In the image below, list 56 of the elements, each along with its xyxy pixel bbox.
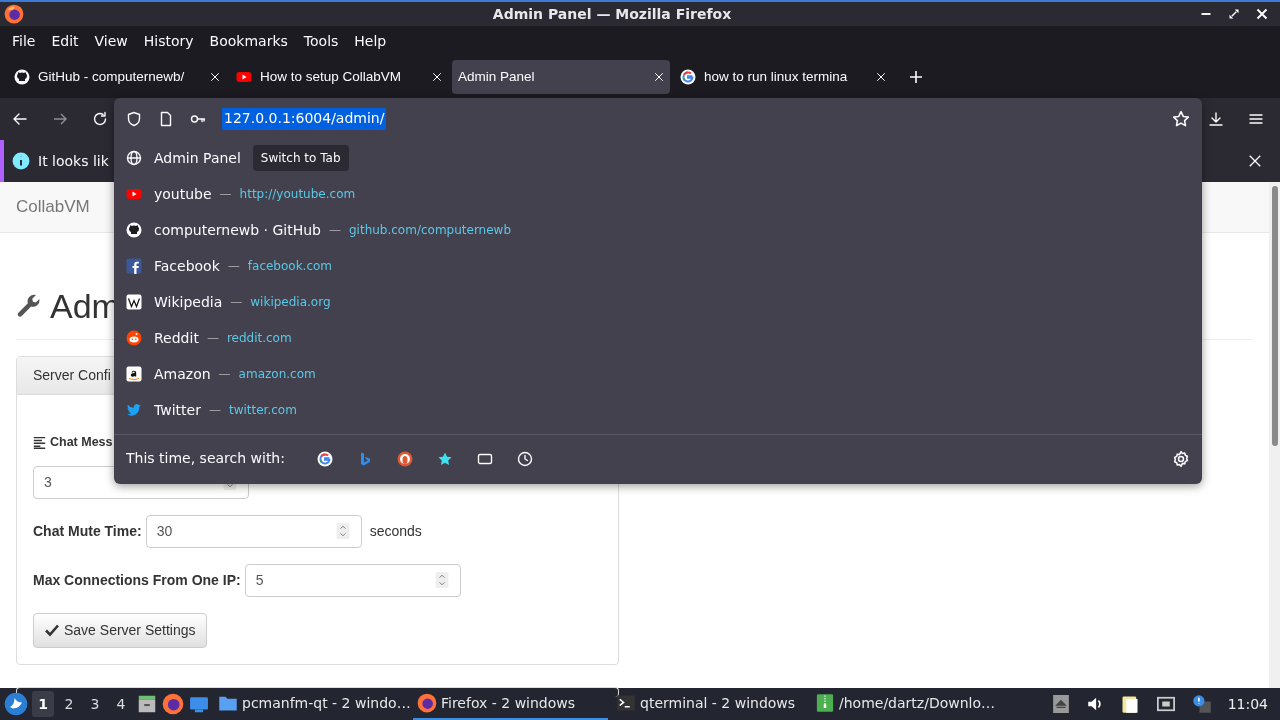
browser-tab[interactable]: Admin Panel: [452, 60, 670, 94]
number-field[interactable]: 5: [244, 563, 461, 597]
search-with-label: This time, search with:: [126, 449, 285, 468]
workspace-button[interactable]: 4: [110, 691, 132, 717]
suggestion-url: facebook.com: [247, 258, 333, 275]
card-title: Server Confi: [33, 366, 111, 385]
separator: —: [208, 402, 221, 419]
menu-item[interactable]: Edit: [43, 30, 87, 52]
suggestion-row[interactable]: Twitter — twitter.com: [114, 392, 1202, 428]
suggestion-row[interactable]: youtube — http://youtube.com: [114, 176, 1202, 212]
number-field[interactable]: 30: [145, 514, 362, 548]
clock: 11:04: [1227, 694, 1268, 714]
unit-label: seconds: [369, 521, 422, 541]
workspace-button[interactable]: 3: [84, 691, 106, 717]
suggestion-row[interactable]: Admin Panel Switch to Tab: [114, 140, 1202, 176]
suggestion-row[interactable]: Facebook — facebook.com: [114, 248, 1202, 284]
suggestion-row[interactable]: computernewb · GitHub — github.com/computernewb: [114, 212, 1202, 248]
address-field[interactable]: 127.0.0.1:6004/admin/: [222, 108, 387, 130]
suggestion-url: reddit.com: [226, 330, 292, 347]
window-title: Admin Panel — Mozilla Firefox: [492, 5, 732, 22]
browser-tab[interactable]: how to run linux termina: [674, 60, 892, 94]
suggestion-row[interactable]: Wikipedia — wikipedia.org: [114, 284, 1202, 320]
menu-item[interactable]: View: [86, 30, 136, 52]
suggestion-row[interactable]: Amazon — amazon.com: [114, 356, 1202, 392]
taskbar-button[interactable]: /home/dartz/Downlo…: [811, 688, 1006, 720]
save-button[interactable]: Save Server Settings: [33, 612, 207, 648]
field-label: Chat Mute Time:: [33, 521, 142, 541]
separator: —: [218, 366, 231, 383]
menu-item[interactable]: Help: [346, 30, 395, 52]
suggestion-url: github.com/computernewb: [348, 222, 512, 239]
menu-item[interactable]: Bookmarks: [201, 30, 296, 52]
notification-text: It looks lik: [38, 151, 109, 171]
site-brand[interactable]: CollabVM: [16, 194, 90, 220]
taskbar-button[interactable]: qterminal - 2 windows: [612, 688, 807, 720]
suggestion-url: wikipedia.org: [250, 294, 331, 311]
taskbar-button[interactable]: Firefox - 2 windows: [413, 688, 608, 720]
browser-tab[interactable]: How to setup CollabVM: [230, 60, 448, 94]
workspace-button[interactable]: 2: [58, 691, 80, 717]
workspace-button[interactable]: 1: [32, 691, 54, 717]
separator: —: [219, 186, 232, 203]
browser-tab[interactable]: GitHub - computernewb/: [8, 60, 226, 94]
suggestion-url: amazon.com: [238, 366, 316, 383]
suggestion-url: http://youtube.com: [239, 186, 356, 203]
suggestion-url: twitter.com: [228, 402, 297, 419]
taskbar-button[interactable]: pcmanfm-qt - 2 windo…: [214, 688, 409, 720]
field-label: Chat Mess: [50, 434, 113, 451]
menu-item[interactable]: File: [4, 30, 44, 52]
menu-item[interactable]: Tools: [295, 30, 347, 52]
suggestion-row[interactable]: Reddit — reddit.com: [114, 320, 1202, 356]
switch-to-tab-label: Switch to Tab: [252, 145, 349, 171]
separator: —: [230, 294, 243, 311]
menu-item[interactable]: History: [135, 30, 202, 52]
separator: —: [227, 258, 240, 275]
field-label: Max Connections From One IP:: [33, 570, 241, 590]
separator: —: [206, 330, 219, 347]
separator: —: [328, 222, 341, 239]
